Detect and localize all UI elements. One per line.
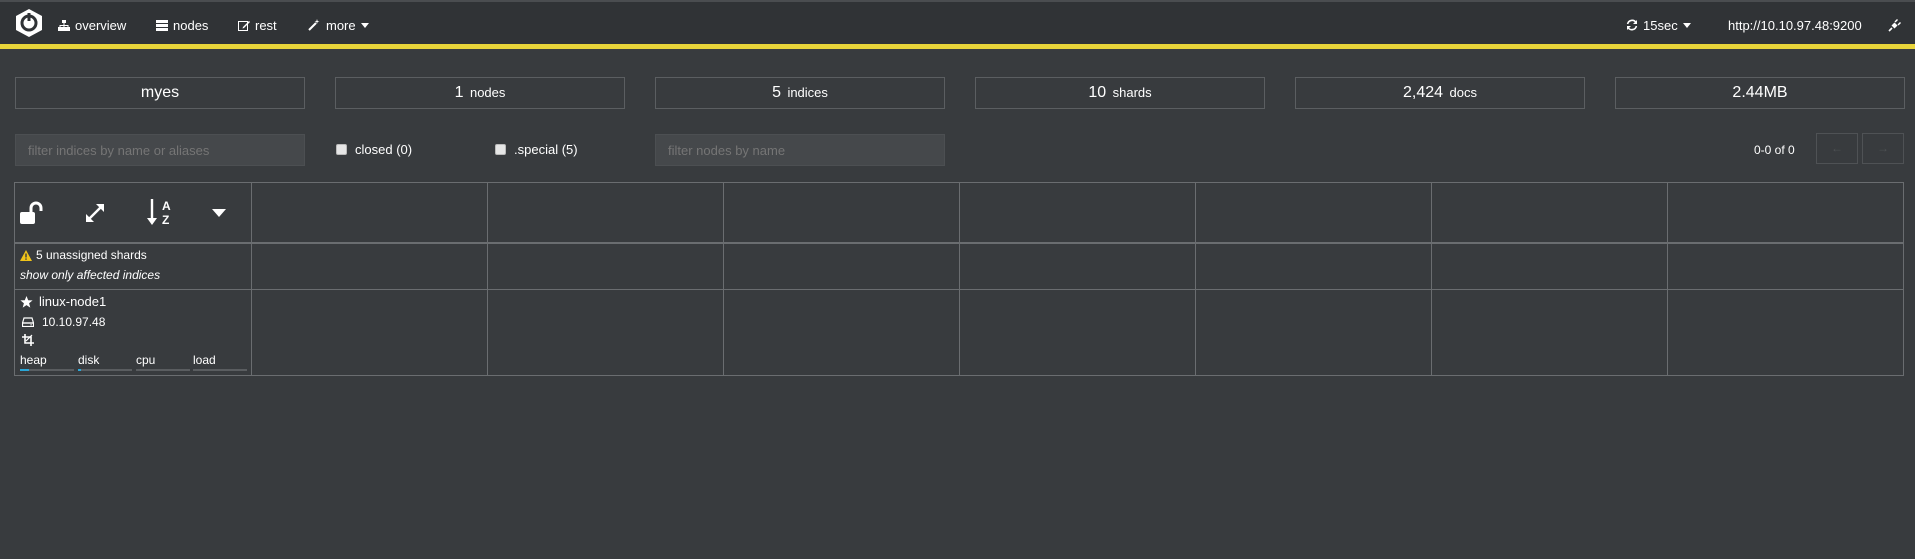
sort-alpha-icon[interactable]: A Z	[147, 197, 177, 227]
heap-label: heap	[20, 353, 47, 367]
nav-more-label: more	[326, 17, 356, 33]
indices-unit: indices	[787, 85, 828, 100]
cluster-name-stat: myes	[15, 77, 305, 109]
cpu-track	[136, 369, 190, 371]
node-ip: 10.10.97.48	[22, 315, 105, 329]
size-value: 2.44MB	[1732, 84, 1788, 101]
load-metric: load	[193, 353, 247, 371]
special-filter[interactable]: .special (5)	[495, 142, 578, 157]
node-ip-label: 10.10.97.48	[42, 315, 106, 329]
svg-text:Z: Z	[162, 213, 169, 227]
nav-nodes[interactable]: nodes	[156, 17, 208, 33]
closed-checkbox[interactable]	[336, 144, 347, 155]
host-url[interactable]: http://10.10.97.48:9200	[1728, 17, 1862, 33]
unassigned-shards-label: 5 unassigned shards	[36, 248, 147, 262]
heap-metric: heap	[20, 353, 74, 371]
nodes-count: 1	[454, 84, 464, 101]
expand-icon[interactable]	[83, 201, 107, 225]
heap-bar	[20, 369, 29, 371]
caret-down-icon	[360, 22, 369, 28]
pager-prev-button[interactable]: ←	[1816, 133, 1858, 164]
crop-icon[interactable]	[22, 334, 34, 346]
disk-label: disk	[78, 353, 100, 367]
docs-count: 2,424	[1403, 84, 1444, 101]
special-checkbox[interactable]	[495, 144, 506, 155]
node-name[interactable]: linux-node1	[20, 294, 106, 309]
plug-icon	[1888, 18, 1901, 32]
nav-overview-label: overview	[75, 17, 127, 33]
filter-indices-input[interactable]	[15, 134, 305, 166]
nodes-stat: 1 nodes	[335, 77, 625, 109]
caret-down-icon	[1682, 22, 1691, 28]
host-url-label: http://10.10.97.48:9200	[1728, 17, 1862, 33]
docs-stat: 2,424 docs	[1295, 77, 1585, 109]
closed-filter[interactable]: closed (0)	[336, 142, 412, 157]
shards-count: 10	[1088, 84, 1107, 101]
top-navbar: overview nodes rest more 15sec http://10…	[0, 0, 1915, 44]
refresh-icon	[1626, 19, 1638, 31]
nav-more[interactable]: more	[308, 17, 369, 33]
caret-down-icon[interactable]	[212, 209, 226, 217]
shards-stat: 10 shards	[975, 77, 1265, 109]
overview-grid: A Z	[14, 182, 1904, 376]
closed-label: closed (0)	[355, 142, 413, 157]
unlock-icon[interactable]	[19, 201, 47, 227]
disk-bar	[78, 369, 81, 371]
node-name-label: linux-node1	[39, 294, 107, 309]
magic-wand-icon	[308, 19, 320, 31]
server-icon	[156, 19, 168, 31]
load-track	[193, 369, 247, 371]
star-icon	[20, 295, 33, 308]
unassigned-shards: 5 unassigned shards	[20, 248, 147, 262]
size-stat: 2.44MB	[1615, 77, 1905, 109]
load-label: load	[193, 353, 216, 367]
cpu-metric: cpu	[136, 353, 190, 371]
cpu-label: cpu	[136, 353, 156, 367]
disk-track	[78, 369, 132, 371]
cerebro-logo-icon[interactable]	[14, 8, 44, 38]
docs-unit: docs	[1449, 85, 1477, 100]
pager-status: 0-0 of 0	[1754, 143, 1795, 157]
accent-bar	[0, 44, 1915, 49]
pager-next-button[interactable]: →	[1862, 133, 1904, 164]
edit-icon	[238, 21, 250, 31]
refresh-interval-label: 15sec	[1643, 17, 1678, 33]
special-label: .special (5)	[514, 142, 578, 157]
warning-icon	[20, 249, 32, 261]
show-affected-indices-link[interactable]: show only affected indices	[20, 268, 160, 282]
nav-nodes-label: nodes	[173, 17, 209, 33]
nav-rest[interactable]: rest	[238, 17, 277, 33]
svg-text:A: A	[162, 199, 171, 213]
filter-nodes-input[interactable]	[655, 134, 945, 166]
shards-unit: shards	[1112, 85, 1152, 100]
indices-count: 5	[772, 84, 781, 101]
cluster-name: myes	[140, 84, 180, 101]
refresh-interval-dropdown[interactable]: 15sec	[1626, 17, 1691, 33]
disconnect-button[interactable]	[1888, 17, 1901, 33]
nodes-unit: nodes	[469, 85, 506, 100]
hdd-icon	[22, 317, 34, 327]
nav-rest-label: rest	[255, 17, 277, 33]
disk-metric: disk	[78, 353, 132, 371]
sitemap-icon	[58, 19, 70, 31]
nav-overview[interactable]: overview	[58, 17, 126, 33]
indices-stat: 5 indices	[655, 77, 945, 109]
